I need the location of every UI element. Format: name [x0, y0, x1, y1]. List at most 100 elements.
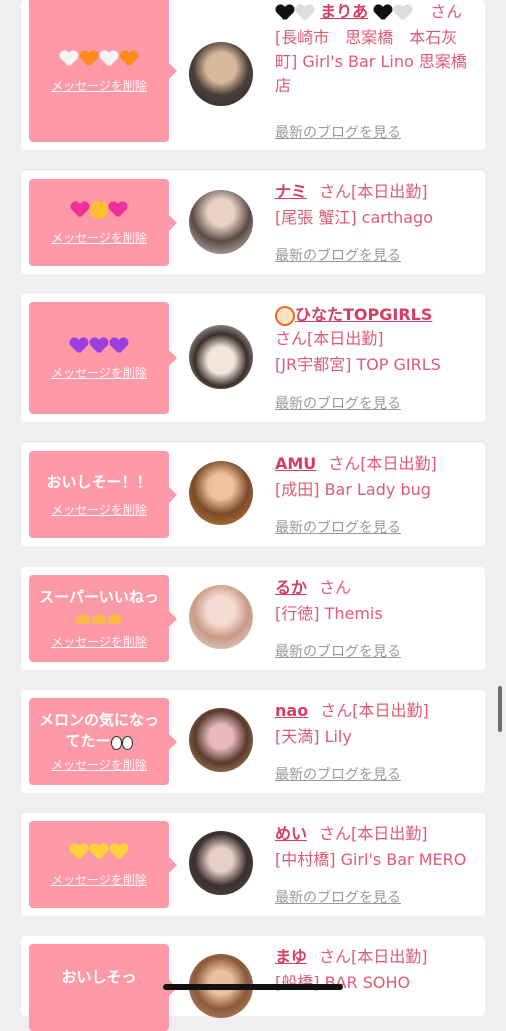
cast-name-link[interactable]: るか — [275, 578, 307, 597]
san-label: さん — [319, 824, 352, 843]
scrollbar[interactable] — [498, 686, 502, 732]
message-bubble: おいしそっ — [29, 944, 177, 1031]
latest-blog-link[interactable]: 最新のブログを見る — [275, 122, 401, 142]
message-bubble: メロンの気になってたー メッセージを削除 — [29, 698, 177, 785]
message-icons — [53, 48, 145, 69]
cast-name-link[interactable]: AMU — [275, 454, 316, 473]
purple-heart-icon — [110, 338, 128, 354]
shop-link[interactable]: [天満] Lily — [275, 725, 475, 749]
delete-message-link[interactable]: メッセージを削除 — [51, 364, 147, 381]
purple-heart-icon — [90, 338, 108, 354]
message-text: スーパーいいねっ — [39, 588, 159, 606]
message-bubble: スーパーいいねっ メッセージを削除 — [29, 575, 177, 662]
avatar[interactable] — [189, 831, 253, 895]
message-bubble: おいしそー！！ メッセージを削除 — [29, 451, 177, 538]
raising-hands-icon — [75, 613, 90, 624]
cast-name-link[interactable]: ナミ — [275, 182, 307, 201]
latest-blog-link[interactable]: 最新のブログを見る — [275, 393, 401, 413]
status-label: [本日出勤] — [360, 454, 437, 473]
delete-message-link[interactable]: メッセージを削除 — [51, 501, 147, 518]
pink-heart-icon — [109, 202, 127, 218]
status-label: [本日出勤] — [351, 182, 428, 201]
san-label: さん — [319, 182, 352, 201]
san-label: さん — [319, 947, 352, 966]
san-label: さん — [319, 578, 352, 597]
san-label: さん — [275, 329, 308, 348]
delete-message-link[interactable]: メッセージを削除 — [51, 229, 147, 246]
pink-heart-icon — [71, 202, 89, 218]
message-bubble: メッセージを削除 — [29, 0, 177, 142]
list-item: メッセージを削除 ナミ さん[本日出勤] [尾張 蟹江] carthago 最新の… — [21, 171, 485, 274]
san-label: さん — [320, 701, 353, 720]
cast-name-link[interactable]: まゆ — [275, 947, 307, 966]
message-bubble: メッセージを削除 — [29, 821, 177, 908]
avatar[interactable] — [189, 708, 253, 772]
status-label: [本日出勤] — [351, 824, 428, 843]
message-bubble: メッセージを削除 — [29, 302, 177, 414]
shop-link[interactable]: [行徳] Themis — [275, 602, 475, 626]
black-heart-icon — [276, 5, 294, 21]
delete-message-link[interactable]: メッセージを削除 — [51, 633, 147, 650]
message-text: おいしそー！！ — [46, 472, 152, 491]
orange-heart-icon — [80, 51, 98, 67]
avatar[interactable] — [189, 585, 253, 649]
white-heart-icon — [100, 51, 118, 67]
shop-link[interactable]: [長崎市 思案橋 本石灰町] Girl's Bar Lino 思案橋店 — [275, 26, 475, 98]
cast-name-link[interactable]: めい — [275, 824, 307, 843]
white-heart-icon — [394, 5, 412, 21]
avatar[interactable] — [189, 190, 253, 254]
message-text: メロンの気になってたー — [38, 711, 159, 750]
purple-heart-icon — [70, 338, 88, 354]
status-label: [本日出勤] — [307, 329, 384, 348]
shop-link[interactable]: [尾張 蟹江] carthago — [275, 206, 475, 230]
san-label: さん — [328, 454, 361, 473]
list-item: メッセージを削除 めい さん[本日出勤] [中村橋] Girl's Bar MER… — [21, 813, 485, 916]
latest-blog-link[interactable]: 最新のブログを見る — [275, 517, 401, 537]
eyes-icon — [110, 735, 133, 750]
cast-name-link[interactable]: まりあ — [320, 2, 368, 21]
smiling-face-icon — [90, 201, 108, 219]
list-item: おいしそー！！ メッセージを削除 AMU さん[本日出勤] [成田] Bar La… — [21, 443, 485, 546]
san-label: さん — [430, 2, 463, 21]
message-text: おいしそっ — [61, 968, 137, 986]
avatar[interactable] — [189, 42, 253, 106]
latest-blog-link[interactable]: 最新のブログを見る — [275, 641, 401, 661]
cast-name-link[interactable]: nao — [275, 701, 308, 720]
clown-face-icon — [275, 305, 295, 326]
white-heart-icon — [60, 51, 78, 67]
message-icons — [63, 842, 135, 863]
list-item: メロンの気になってたー メッセージを削除 nao さん[本日出勤] [天満] Li… — [21, 690, 485, 793]
list-item: メッセージを削除 ひなたTOPGIRLS さん[本日出勤] [JR宇都宮] TO… — [21, 294, 485, 422]
avatar[interactable] — [189, 325, 253, 389]
message-text-line: メロンの気になってたー — [29, 710, 169, 752]
home-indicator[interactable] — [163, 984, 343, 990]
status-label: [本日出勤] — [351, 947, 428, 966]
white-heart-icon — [296, 5, 314, 21]
raising-hands-icon — [107, 613, 122, 624]
delete-message-link[interactable]: メッセージを削除 — [51, 756, 147, 773]
shop-link[interactable]: [成田] Bar Lady bug — [275, 478, 475, 502]
yellow-heart-icon — [110, 844, 128, 860]
delete-message-link[interactable]: メッセージを削除 — [51, 77, 147, 94]
yellow-heart-icon — [70, 844, 88, 860]
latest-blog-link[interactable]: 最新のブログを見る — [275, 245, 401, 265]
status-label: [本日出勤] — [352, 701, 429, 720]
shop-link[interactable]: [JR宇都宮] TOP GIRLS — [275, 353, 475, 377]
list-item: おいしそっ まゆ さん[本日出勤] [船橋] BAR SOHO — [21, 936, 485, 1031]
latest-blog-link[interactable]: 最新のブログを見る — [275, 764, 401, 784]
latest-blog-link[interactable]: 最新のブログを見る — [275, 887, 401, 907]
orange-heart-icon — [120, 51, 138, 67]
black-heart-icon — [374, 5, 392, 21]
message-icons — [63, 335, 135, 356]
avatar[interactable] — [189, 461, 253, 525]
delete-message-link[interactable]: メッセージを削除 — [51, 871, 147, 888]
list-item: メッセージを削除 まりあ さん [長崎市 思案橋 本石灰町] Girl's Ba… — [21, 0, 485, 150]
cast-name-link[interactable]: ひなたTOPGIRLS — [295, 305, 432, 324]
message-icons — [64, 200, 134, 221]
shop-link[interactable]: [船橋] BAR SOHO — [275, 971, 475, 995]
yellow-heart-icon — [90, 844, 108, 860]
message-text-line: スーパーいいねっ — [33, 587, 165, 629]
message-bubble: メッセージを削除 — [29, 179, 177, 266]
raising-hands-icon — [91, 613, 106, 624]
shop-link[interactable]: [中村橋] Girl's Bar MERO — [275, 848, 475, 872]
